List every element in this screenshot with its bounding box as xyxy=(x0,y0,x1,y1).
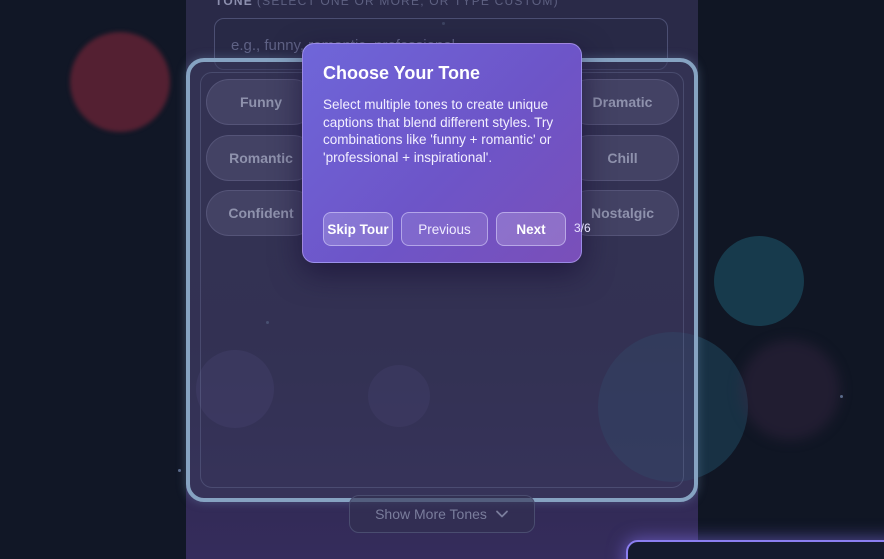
tone-section-label: TONE (SELECT ONE OR MORE, OR TYPE CUSTOM) xyxy=(215,0,559,8)
tone-label-hint: (SELECT ONE OR MORE, OR TYPE CUSTOM) xyxy=(256,0,559,8)
decorative-blob xyxy=(70,32,170,132)
tour-title: Choose Your Tone xyxy=(323,63,481,83)
tour-step-counter: 3/6 xyxy=(574,221,591,235)
skip-tour-button[interactable]: Skip Tour xyxy=(323,212,393,246)
show-more-label: Show More Tones xyxy=(375,506,487,522)
decorative-dot xyxy=(178,469,181,472)
tone-chip-dramatic[interactable]: Dramatic xyxy=(566,79,679,125)
show-more-tones-button[interactable]: Show More Tones xyxy=(349,495,535,533)
tour-body: Select multiple tones to create unique c… xyxy=(323,97,554,165)
chevron-down-icon xyxy=(496,510,508,518)
tone-chip-funny[interactable]: Funny xyxy=(206,79,316,125)
tone-chip-chill[interactable]: Chill xyxy=(566,135,679,181)
tour-popover: Choose Your Tone Select multiple tones t… xyxy=(302,43,591,263)
tone-label-text: TONE xyxy=(215,0,253,8)
glowing-card-edge xyxy=(626,540,884,559)
decorative-blob xyxy=(740,340,840,440)
decorative-blob xyxy=(714,236,804,326)
tone-chip-confident[interactable]: Confident xyxy=(206,190,316,236)
decorative-dot xyxy=(840,395,843,398)
previous-button[interactable]: Previous xyxy=(401,212,488,246)
tone-chip-romantic[interactable]: Romantic xyxy=(206,135,316,181)
next-button[interactable]: Next xyxy=(496,212,566,246)
